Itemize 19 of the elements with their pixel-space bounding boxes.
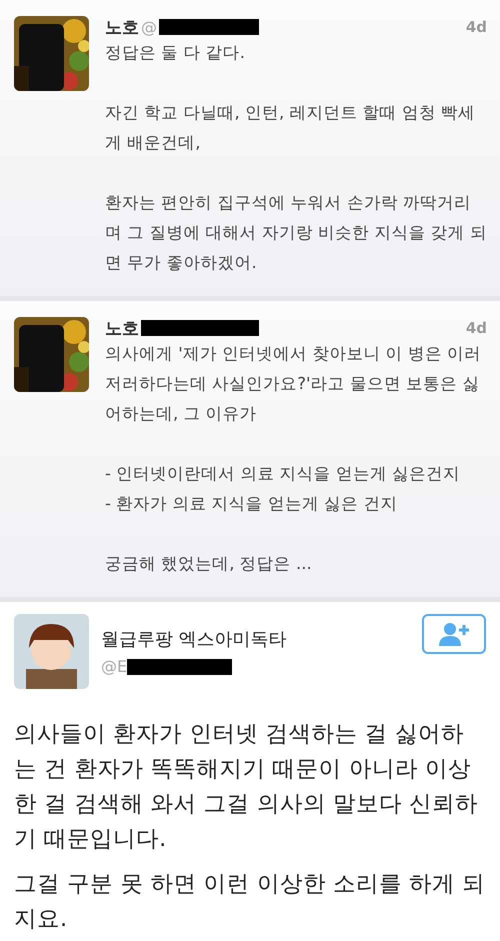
follow-button[interactable] xyxy=(422,614,486,654)
tweet-text: - 환자가 의료 지식을 얻는게 싫은 건지 xyxy=(105,493,398,515)
tweet-text: 의사들이 환자가 인터넷 검색하는 걸 싫어하는 건 환자가 똑똑해지기 때문이 아니라 이상한 걸 검색해 와서 그걸 의사의 말보다 신뢰하기 때문입니다. xyxy=(14,720,480,854)
tweet-text: 궁금해 했었는데, 정답은 ... xyxy=(105,553,313,575)
user-name: 월급루팡 엑스아미독타 xyxy=(101,628,287,651)
tweet-text: 자긴 학교 다닐때, 인턴, 레지던트 할때 엄청 빡세게 배운건데, xyxy=(105,102,476,154)
user-handle: @ xyxy=(141,18,157,36)
timestamp: 4d xyxy=(466,319,487,337)
tweet-text: 정답은 둘 다 같다. xyxy=(105,42,246,64)
avatar-icon xyxy=(14,614,89,689)
timestamp: 4d xyxy=(466,18,487,36)
tweet-text: 그걸 구분 못 하면 이런 이상한 소리를 하게 되지요. xyxy=(14,870,486,934)
tweet-text: - 인터넷이란데서 의료 지식을 얻는게 싫은건지 xyxy=(105,463,462,485)
user-name: 노호 xyxy=(105,16,139,38)
user-name: 노호 xyxy=(105,318,139,340)
tweet-text: 의사에게 '제가 인터넷에서 찾아보니 이 병은 이러 저러하다는데 사실인가요?'라고 물으면 보통은 싫어하는데, 그 이유가 xyxy=(105,343,482,425)
add-user-icon xyxy=(438,621,470,647)
user-handle: @E xyxy=(101,657,128,676)
tweet-text: 환자는 편안히 집구석에 누워서 손가락 까딱거리며 그 질병에 대해서 자기랑 비슷한 지식을 갖게 되면 무가 좋아하겠어. xyxy=(105,192,487,274)
